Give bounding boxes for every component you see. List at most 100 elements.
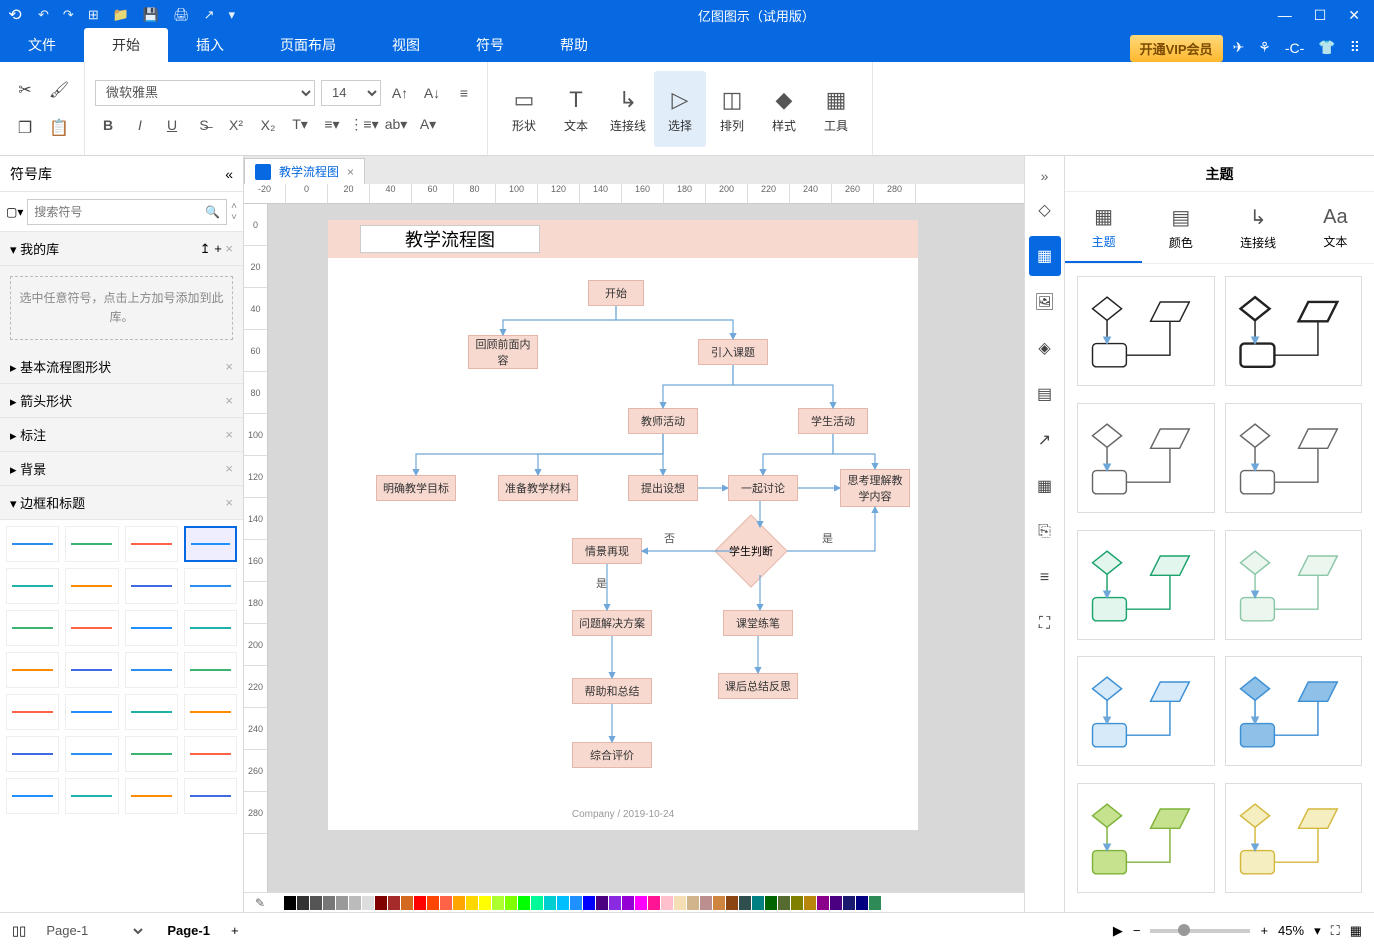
shape-thumb[interactable] bbox=[125, 610, 178, 646]
color-swatch[interactable] bbox=[739, 896, 751, 910]
theme-item[interactable] bbox=[1077, 403, 1215, 513]
linespace-icon[interactable]: ≡ bbox=[451, 80, 477, 106]
strike-icon[interactable]: S̶ bbox=[191, 112, 217, 138]
eyedropper-icon[interactable]: ✎ bbox=[250, 896, 270, 910]
node-discuss[interactable]: 一起讨论 bbox=[728, 475, 798, 501]
save-icon[interactable]: 💾 bbox=[143, 7, 159, 23]
shape-thumb[interactable] bbox=[184, 694, 237, 730]
theme-item[interactable] bbox=[1225, 783, 1363, 893]
color-swatch[interactable] bbox=[440, 896, 452, 910]
menu-tab-0[interactable]: 文件 bbox=[0, 28, 84, 62]
theme-tab-颜色[interactable]: ▤颜色 bbox=[1142, 192, 1219, 263]
node-summary[interactable]: 课后总结反思 bbox=[718, 673, 798, 699]
node-material[interactable]: 准备教学材料 bbox=[498, 475, 578, 501]
color-swatch[interactable] bbox=[635, 896, 647, 910]
color-swatch[interactable] bbox=[297, 896, 309, 910]
theme-tab-连接线[interactable]: ↳连接线 bbox=[1220, 192, 1297, 263]
color-swatch[interactable] bbox=[544, 896, 556, 910]
shape-thumb[interactable] bbox=[6, 652, 59, 688]
strip-export-icon[interactable]: ⎘ bbox=[1029, 512, 1061, 552]
fit-icon[interactable]: ⛶ bbox=[1331, 923, 1340, 939]
shape-thumb[interactable] bbox=[125, 568, 178, 604]
shape-thumb[interactable] bbox=[125, 652, 178, 688]
maximize-icon[interactable]: ☐ bbox=[1314, 7, 1327, 24]
node-judge[interactable]: 学生判断 bbox=[725, 525, 795, 565]
shape-thumb[interactable] bbox=[184, 652, 237, 688]
cut-icon[interactable]: ✂ bbox=[10, 73, 40, 107]
search-input[interactable] bbox=[34, 205, 205, 219]
shape-thumb[interactable] bbox=[65, 568, 118, 604]
color-swatch[interactable] bbox=[765, 896, 777, 910]
color-swatch[interactable] bbox=[466, 896, 478, 910]
shape-thumb[interactable] bbox=[65, 778, 118, 814]
color-swatch[interactable] bbox=[622, 896, 634, 910]
color-swatch[interactable] bbox=[518, 896, 530, 910]
theme-item[interactable] bbox=[1225, 276, 1363, 386]
italic-icon[interactable]: I bbox=[127, 112, 153, 138]
page[interactable]: 教学流程图 开始 回顾前面内容 引入课题 教师活动 学生活动 明确教学目标 准备… bbox=[328, 220, 918, 830]
ribbon-工具[interactable]: ▦工具 bbox=[810, 71, 862, 147]
color-swatch[interactable] bbox=[557, 896, 569, 910]
zoom-in-icon[interactable]: + bbox=[1260, 923, 1268, 938]
node-help[interactable]: 帮助和总结 bbox=[572, 678, 652, 704]
node-student[interactable]: 学生活动 bbox=[798, 408, 868, 434]
shape-thumb[interactable] bbox=[184, 736, 237, 772]
shape-thumb[interactable] bbox=[6, 568, 59, 604]
cat-item[interactable]: ▸ 标注× bbox=[0, 418, 243, 452]
strip-layers-icon[interactable]: ◈ bbox=[1029, 328, 1061, 368]
shape-thumb[interactable] bbox=[6, 778, 59, 814]
node-review[interactable]: 回顾前面内容 bbox=[468, 335, 538, 369]
color-swatch[interactable] bbox=[869, 896, 881, 910]
menu-tab-2[interactable]: 插入 bbox=[168, 28, 252, 62]
color-swatch[interactable] bbox=[401, 896, 413, 910]
cat-item[interactable]: ▸ 背景× bbox=[0, 452, 243, 486]
library-picker-icon[interactable]: ▢▾ bbox=[6, 205, 23, 219]
cat-item[interactable]: ▸ 基本流程图形状× bbox=[0, 350, 243, 384]
shape-thumb[interactable] bbox=[125, 526, 178, 562]
shape-thumb[interactable] bbox=[65, 736, 118, 772]
color-swatch[interactable] bbox=[336, 896, 348, 910]
node-eval[interactable]: 综合评价 bbox=[572, 742, 652, 768]
node-practice[interactable]: 课堂练笔 bbox=[723, 610, 793, 636]
bold-icon[interactable]: B bbox=[95, 112, 121, 138]
size-select[interactable]: 14 bbox=[321, 80, 381, 106]
up-icon[interactable]: ˄ bbox=[231, 201, 237, 212]
down-icon[interactable]: ˅ bbox=[231, 212, 237, 223]
shape-thumb[interactable] bbox=[125, 736, 178, 772]
align-icon[interactable]: ≡▾ bbox=[319, 112, 345, 138]
highlight-icon[interactable]: T▾ bbox=[287, 112, 313, 138]
shape-thumb[interactable] bbox=[65, 652, 118, 688]
open-icon[interactable]: 📁 bbox=[113, 7, 129, 23]
undo-icon[interactable]: ↶ bbox=[38, 7, 49, 23]
theme-item[interactable] bbox=[1225, 403, 1363, 513]
copy-icon[interactable]: ❐ bbox=[10, 111, 40, 145]
color-swatch[interactable] bbox=[661, 896, 673, 910]
node-teacher[interactable]: 教师活动 bbox=[628, 408, 698, 434]
ribbon-文本[interactable]: T文本 bbox=[550, 71, 602, 147]
color-swatch[interactable] bbox=[427, 896, 439, 910]
shape-thumb[interactable] bbox=[184, 568, 237, 604]
ribbon-连接线[interactable]: ↳连接线 bbox=[602, 71, 654, 147]
underline-icon[interactable]: U bbox=[159, 112, 185, 138]
color-swatch[interactable] bbox=[284, 896, 296, 910]
print-icon[interactable]: 🖨 bbox=[173, 7, 190, 23]
color-swatch[interactable] bbox=[713, 896, 725, 910]
menu-tab-6[interactable]: 帮助 bbox=[532, 28, 616, 62]
theme-tab-主题[interactable]: ▦主题 bbox=[1065, 192, 1142, 263]
node-hypo[interactable]: 提出设想 bbox=[628, 475, 698, 501]
color-swatch[interactable] bbox=[375, 896, 387, 910]
code-icon[interactable]: -C- bbox=[1285, 40, 1304, 56]
ribbon-样式[interactable]: ◆样式 bbox=[758, 71, 810, 147]
color-swatch[interactable] bbox=[687, 896, 699, 910]
theme-item[interactable] bbox=[1077, 276, 1215, 386]
color-swatch[interactable] bbox=[609, 896, 621, 910]
color-swatch[interactable] bbox=[271, 896, 283, 910]
color-swatch[interactable] bbox=[856, 896, 868, 910]
shape-thumb[interactable] bbox=[65, 526, 118, 562]
shape-thumb[interactable] bbox=[6, 736, 59, 772]
theme-item[interactable] bbox=[1077, 656, 1215, 766]
shape-thumb[interactable] bbox=[6, 694, 59, 730]
color-swatch[interactable] bbox=[349, 896, 361, 910]
color-swatch[interactable] bbox=[323, 896, 335, 910]
color-swatch[interactable] bbox=[791, 896, 803, 910]
